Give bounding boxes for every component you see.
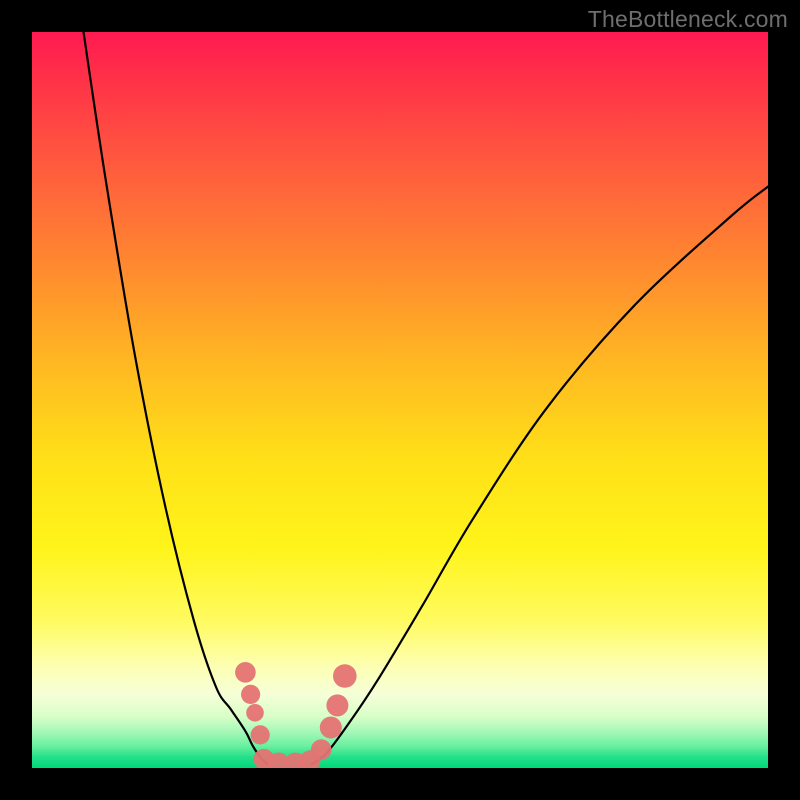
marker-cluster: [235, 662, 357, 768]
marker-dot: [246, 704, 264, 722]
outer-frame: TheBottleneck.com: [0, 0, 800, 800]
marker-dot: [241, 685, 260, 704]
marker-dot: [326, 694, 348, 716]
marker-dot: [235, 662, 256, 683]
watermark-text: TheBottleneck.com: [588, 6, 788, 33]
curve-layer: [32, 32, 768, 768]
marker-dot: [311, 739, 332, 760]
curve-left-branch: [84, 32, 268, 764]
marker-dot: [333, 664, 357, 688]
curve-right-branch: [312, 187, 768, 765]
marker-dot: [320, 717, 342, 739]
marker-dot: [251, 725, 270, 744]
plot-area: [32, 32, 768, 768]
